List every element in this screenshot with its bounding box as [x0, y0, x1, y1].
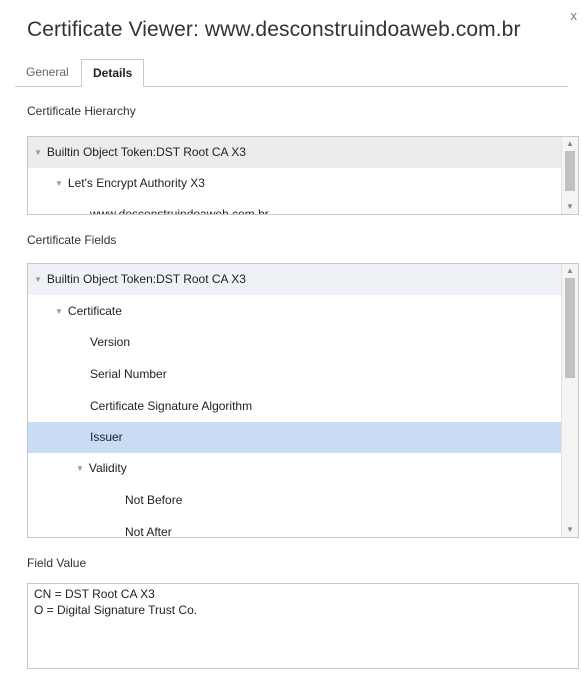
window-title: Certificate Viewer: www.desconstruindoaw…	[27, 18, 521, 41]
field-value-line: O = Digital Signature Trust Co.	[34, 603, 198, 617]
tree-item[interactable]: ▼ Let's Encrypt Authority X3	[28, 168, 562, 199]
field-value-label: Field Value	[27, 556, 87, 570]
scroll-up-arrow-icon[interactable]: ▲	[562, 264, 578, 278]
hierarchy-scrollbar[interactable]: ▲ ▼	[561, 137, 578, 214]
field-value-line: CN = DST Root CA X3	[34, 587, 155, 601]
fields-tree[interactable]: ▼ Builtin Object Token:DST Root CA X3 ▼ Ce…	[27, 263, 579, 538]
tree-item[interactable]: ▼ Validity	[28, 453, 562, 484]
tree-item[interactable]: www.desconstruindoaweb.com.br	[28, 199, 562, 214]
triangle-down-icon[interactable]: ▼	[76, 453, 84, 484]
tab-details[interactable]: Details	[81, 59, 145, 87]
tree-item-selected[interactable]: Issuer	[28, 422, 562, 453]
tab-bar: General Details	[15, 59, 568, 87]
scrollbar-thumb[interactable]	[565, 278, 575, 378]
triangle-down-icon[interactable]: ▼	[34, 264, 42, 295]
tree-item[interactable]: Version	[28, 327, 562, 358]
fields-scrollbar[interactable]: ▲ ▼	[561, 264, 578, 537]
scroll-down-arrow-icon[interactable]: ▼	[562, 523, 578, 537]
tree-item[interactable]: Serial Number	[28, 359, 562, 390]
fields-label: Certificate Fields	[27, 233, 117, 247]
field-value-box[interactable]: CN = DST Root CA X3 O = Digital Signatur…	[27, 583, 579, 669]
scrollbar-thumb[interactable]	[565, 151, 575, 191]
triangle-down-icon[interactable]: ▼	[55, 168, 63, 199]
triangle-down-icon[interactable]: ▼	[55, 296, 63, 327]
hierarchy-label: Certificate Hierarchy	[27, 104, 136, 118]
scroll-down-arrow-icon[interactable]: ▼	[562, 200, 578, 214]
tree-item[interactable]: Not Before	[28, 485, 562, 516]
tree-item[interactable]: ▼ Certificate	[28, 296, 562, 327]
tree-item[interactable]: Not After	[28, 517, 562, 537]
triangle-down-icon[interactable]: ▼	[34, 137, 42, 168]
tree-item[interactable]: Certificate Signature Algorithm	[28, 391, 562, 422]
hierarchy-tree[interactable]: ▼ Builtin Object Token:DST Root CA X3 ▼ Le…	[27, 136, 579, 215]
scroll-up-arrow-icon[interactable]: ▲	[562, 137, 578, 151]
close-button[interactable]: x	[571, 8, 578, 23]
tree-item[interactable]: ▼ Builtin Object Token:DST Root CA X3	[28, 264, 562, 295]
tree-item[interactable]: ▼ Builtin Object Token:DST Root CA X3	[28, 137, 562, 168]
tab-general[interactable]: General	[15, 59, 80, 85]
